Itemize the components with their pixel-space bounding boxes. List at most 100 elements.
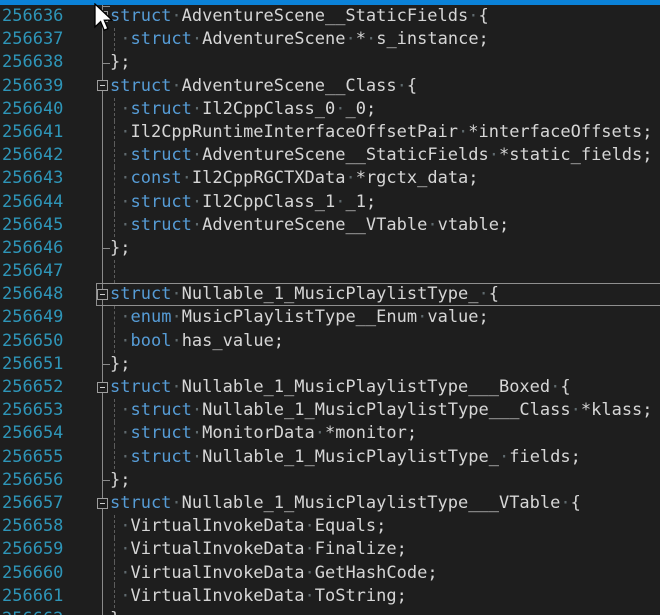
identifier-token: Nullable_1_MusicPlaylistType___VTable (182, 493, 561, 513)
code-line[interactable]: 256650 ·bool·has_value; (0, 330, 660, 353)
line-number[interactable]: 256651 (0, 353, 96, 376)
identifier-token: AdventureScene (202, 29, 345, 49)
whitespace-dot: · (560, 493, 570, 513)
identifier-token: { (560, 377, 570, 397)
line-number[interactable]: 256643 (0, 167, 96, 190)
line-number[interactable]: 256642 (0, 144, 96, 167)
whitespace-dot: · (345, 29, 355, 49)
fold-margin-cell (96, 585, 110, 608)
line-number[interactable]: 256662 (0, 608, 96, 615)
line-number[interactable]: 256658 (0, 515, 96, 538)
code-line[interactable]: 256653 ·struct·Nullable_1_MusicPlaylistT… (0, 399, 660, 422)
whitespace-dot: · (192, 423, 202, 443)
code-line[interactable]: 256647 (0, 260, 660, 283)
code-text: struct·AdventureScene__StaticFields·{ (110, 5, 660, 28)
keyword-token: struct (110, 493, 171, 513)
code-line[interactable]: 256643 ·const·Il2CppRGCTXData·*rgctx_dat… (0, 167, 660, 190)
identifier-token: }; (110, 238, 130, 258)
code-line[interactable]: 256644 ·struct·Il2CppClass_1·_1; (0, 191, 660, 214)
code-line[interactable]: 256642 ·struct·AdventureScene__StaticFie… (0, 144, 660, 167)
code-line[interactable]: 256654 ·struct·MonitorData·*monitor; (0, 422, 660, 445)
code-line[interactable]: 256662}; (0, 608, 660, 615)
code-line[interactable]: 256658 ·VirtualInvokeData·Equals; (0, 515, 660, 538)
line-number[interactable]: 256641 (0, 121, 96, 144)
whitespace-dot: · (417, 307, 427, 327)
code-line[interactable]: 256659 ·VirtualInvokeData·Finalize; (0, 538, 660, 561)
keyword-token: struct (110, 76, 171, 96)
whitespace-dot: · (335, 99, 345, 119)
code-line[interactable]: 256657 struct ·Nullable_1_MusicPlaylistTyp… (0, 492, 660, 515)
keyword-token: struct (130, 423, 191, 443)
code-editor[interactable]: 256636 struct·AdventureScene__StaticField… (0, 0, 660, 615)
whitespace-dot: · (468, 6, 478, 26)
code-text: ·struct·MonitorData·*monitor; (110, 422, 660, 445)
code-line[interactable]: 256649 ·enum·MusicPlaylistType__Enum·val… (0, 306, 660, 329)
code-text: }; (110, 469, 660, 492)
line-number[interactable]: 256652 (0, 376, 96, 399)
code-line[interactable]: 256661 ·VirtualInvokeData·ToString; (0, 585, 660, 608)
line-number[interactable]: 256653 (0, 399, 96, 422)
line-number[interactable]: 256657 (0, 492, 96, 515)
fold-margin-cell (96, 260, 110, 283)
line-number[interactable]: 256661 (0, 585, 96, 608)
whitespace-dot: · (192, 145, 202, 165)
line-number[interactable]: 256637 (0, 28, 96, 51)
line-number[interactable]: 256656 (0, 469, 96, 492)
fold-collapse-icon[interactable] (97, 80, 108, 91)
code-line[interactable]: 256639struct·AdventureScene__Class·{ (0, 75, 660, 98)
fold-collapse-icon[interactable] (97, 498, 108, 509)
fold-collapse-icon[interactable] (97, 289, 108, 300)
code-line[interactable]: 256656}; (0, 469, 660, 492)
line-number[interactable]: 256639 (0, 75, 96, 98)
code-line[interactable]: 256641 ·Il2CppRuntimeInterfaceOffsetPair… (0, 121, 660, 144)
identifier-token: Il2CppRuntimeInterfaceOffsetPair (130, 122, 458, 142)
code-line[interactable]: 256655 ·struct·Nullable_1_MusicPlaylistT… (0, 446, 660, 469)
line-number[interactable]: 256636 (0, 5, 96, 28)
fold-margin-cell (96, 283, 110, 306)
line-number[interactable]: 256644 (0, 191, 96, 214)
keyword-token: enum (130, 307, 171, 327)
line-number[interactable]: 256646 (0, 237, 96, 260)
fold-margin-cell (96, 214, 110, 237)
line-number[interactable]: 256645 (0, 214, 96, 237)
fold-collapse-icon[interactable] (97, 382, 108, 393)
line-number[interactable]: 256655 (0, 446, 96, 469)
whitespace-dot: · (171, 377, 181, 397)
line-number[interactable]: 256647 (0, 260, 96, 283)
code-line[interactable]: 256652struct·Nullable_1_MusicPlaylistTyp… (0, 376, 660, 399)
code-text: ·struct·Il2CppClass_1·_1; (110, 191, 660, 214)
whitespace-dot: · (192, 99, 202, 119)
whitespace-dot: · (304, 563, 314, 583)
line-number[interactable]: 256640 (0, 98, 96, 121)
code-line[interactable]: 256638}; (0, 51, 660, 74)
whitespace-dot: · (110, 423, 130, 443)
code-lines[interactable]: 256636 struct·AdventureScene__StaticField… (0, 5, 660, 615)
whitespace-dot: · (304, 539, 314, 559)
whitespace-dot: · (427, 215, 437, 235)
line-number[interactable]: 256649 (0, 306, 96, 329)
code-line[interactable]: 256640 ·struct·Il2CppClass_0·_0; (0, 98, 660, 121)
code-line[interactable]: 256651}; (0, 353, 660, 376)
code-line[interactable]: 256648struct·Nullable_1_MusicPlaylistTyp… (0, 283, 660, 306)
line-number[interactable]: 256660 (0, 562, 96, 585)
identifier-token: fields; (509, 447, 581, 467)
line-number[interactable]: 256659 (0, 538, 96, 561)
keyword-token: struct (130, 192, 191, 212)
fold-margin-cell (96, 51, 110, 74)
whitespace-dot: · (110, 400, 130, 420)
whitespace-dot: · (110, 447, 130, 467)
identifier-token: Finalize; (315, 539, 407, 559)
whitespace-dot: · (110, 307, 130, 327)
line-number[interactable]: 256654 (0, 422, 96, 445)
code-line[interactable]: 256646}; (0, 237, 660, 260)
line-number[interactable]: 256650 (0, 330, 96, 353)
whitespace-dot: · (192, 192, 202, 212)
identifier-token: vtable; (438, 215, 510, 235)
code-text: }; (110, 237, 660, 260)
whitespace-dot: · (489, 145, 499, 165)
fold-margin-cell (96, 306, 110, 329)
code-line[interactable]: 256660 ·VirtualInvokeData·GetHashCode; (0, 562, 660, 585)
line-number[interactable]: 256648 (0, 283, 96, 306)
code-line[interactable]: 256645 ·struct·AdventureScene__VTable·vt… (0, 214, 660, 237)
line-number[interactable]: 256638 (0, 51, 96, 74)
